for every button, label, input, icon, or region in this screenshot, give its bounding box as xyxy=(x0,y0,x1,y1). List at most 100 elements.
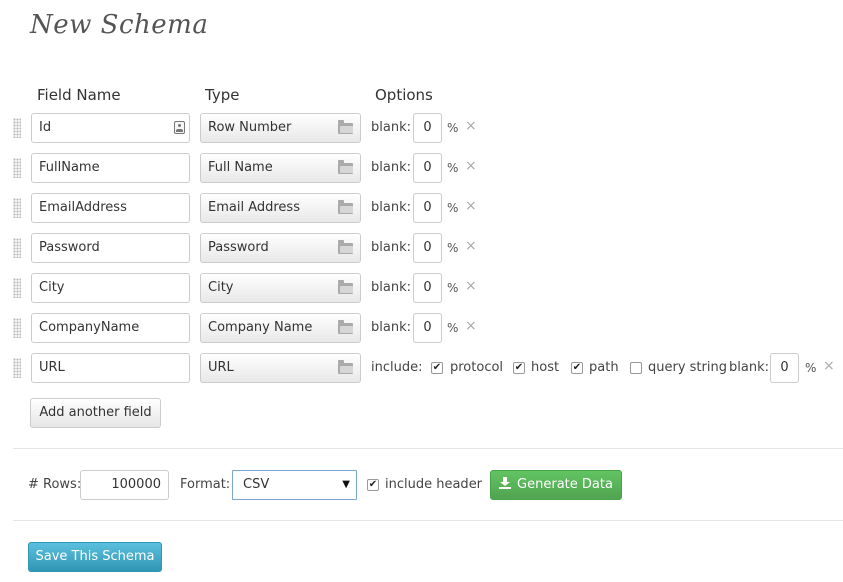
field-name-input[interactable]: CompanyName xyxy=(31,313,190,343)
folder-icon xyxy=(338,240,353,254)
field-name-value: City xyxy=(39,280,65,295)
column-header-options: Options xyxy=(375,86,433,104)
type-value: Row Number xyxy=(208,120,292,135)
host-label: host xyxy=(531,360,560,375)
drag-handle-icon[interactable] xyxy=(13,118,21,138)
folder-icon xyxy=(338,200,353,214)
format-select[interactable]: CSV ▼ xyxy=(232,470,357,500)
generate-data-label: Generate Data xyxy=(517,477,613,492)
path-label: path xyxy=(589,360,619,375)
save-schema-button[interactable]: Save This Schema xyxy=(28,542,162,572)
blank-label: blank: xyxy=(371,280,411,295)
remove-field-icon[interactable]: × xyxy=(465,313,477,339)
remove-field-icon[interactable]: × xyxy=(465,273,477,299)
blank-percent-input[interactable]: 0 xyxy=(413,113,442,143)
field-name-value: EmailAddress xyxy=(39,200,127,215)
query-string-label: query string xyxy=(648,360,727,375)
type-value: URL xyxy=(208,360,234,375)
drag-handle-icon[interactable] xyxy=(13,358,21,378)
blank-percent-input[interactable]: 0 xyxy=(413,233,442,263)
field-name-value: FullName xyxy=(39,160,100,175)
folder-icon xyxy=(338,360,353,374)
field-name-input[interactable]: City xyxy=(31,273,190,303)
type-select-button[interactable]: Full Name xyxy=(200,153,361,183)
include-label: include: xyxy=(371,360,423,375)
protocol-label: protocol xyxy=(450,360,504,375)
percent-label: % xyxy=(447,321,459,335)
blank-label: blank: xyxy=(371,200,411,215)
folder-icon xyxy=(338,160,353,174)
type-select-button[interactable]: Row Number xyxy=(200,113,361,143)
blank-percent-input[interactable]: 0 xyxy=(413,193,442,223)
format-label: Format: xyxy=(180,477,231,492)
drag-handle-icon[interactable] xyxy=(13,318,21,338)
query-string-checkbox[interactable] xyxy=(630,362,642,374)
blank-label: blank: xyxy=(371,160,411,175)
folder-icon xyxy=(338,320,353,334)
blank-label: blank: xyxy=(371,120,411,135)
type-value: Company Name xyxy=(208,320,313,335)
include-header-checkbox[interactable]: ✔ xyxy=(367,479,379,491)
field-row: Id Row Number blank: 0 % × xyxy=(0,113,843,143)
protocol-checkbox[interactable]: ✔ xyxy=(431,362,443,374)
type-value: Full Name xyxy=(208,160,273,175)
field-name-input[interactable]: FullName xyxy=(31,153,190,183)
rows-label: # Rows: xyxy=(28,477,82,492)
add-another-field-button[interactable]: Add another field xyxy=(30,398,161,428)
type-value: Password xyxy=(208,240,269,255)
type-select-button[interactable]: Password xyxy=(200,233,361,263)
field-name-input[interactable]: Id xyxy=(31,113,190,143)
drag-handle-icon[interactable] xyxy=(13,238,21,258)
field-row: CompanyName Company Name blank: 0 % × xyxy=(0,313,843,343)
remove-field-icon[interactable]: × xyxy=(465,193,477,219)
type-value: City xyxy=(208,280,234,295)
field-name-value: Password xyxy=(39,240,100,255)
remove-field-icon[interactable]: × xyxy=(823,353,835,379)
drag-handle-icon[interactable] xyxy=(13,198,21,218)
host-checkbox[interactable]: ✔ xyxy=(513,362,525,374)
type-select-button[interactable]: Email Address xyxy=(200,193,361,223)
type-value: Email Address xyxy=(208,200,300,215)
blank-label: blank: xyxy=(371,240,411,255)
field-row: EmailAddress Email Address blank: 0 % × xyxy=(0,193,843,223)
page-title: New Schema xyxy=(30,10,209,40)
column-header-field-name: Field Name xyxy=(37,86,121,104)
include-header-label: include header xyxy=(385,477,483,492)
percent-label: % xyxy=(447,161,459,175)
folder-icon xyxy=(338,120,353,134)
percent-label: % xyxy=(447,281,459,295)
drag-handle-icon[interactable] xyxy=(13,278,21,298)
type-select-button[interactable]: URL xyxy=(200,353,361,383)
rows-count-input[interactable]: 100000 xyxy=(80,470,169,500)
blank-percent-input[interactable]: 0 xyxy=(413,153,442,183)
column-header-type: Type xyxy=(205,86,240,104)
field-name-value: Id xyxy=(39,120,52,135)
field-name-input[interactable]: URL xyxy=(31,353,190,383)
blank-percent-input[interactable]: 0 xyxy=(413,313,442,343)
path-checkbox[interactable]: ✔ xyxy=(571,362,583,374)
field-name-input[interactable]: Password xyxy=(31,233,190,263)
field-row: Password Password blank: 0 % × xyxy=(0,233,843,263)
remove-field-icon[interactable]: × xyxy=(465,153,477,179)
format-value: CSV xyxy=(243,477,270,492)
divider xyxy=(13,448,843,449)
type-select-button[interactable]: City xyxy=(200,273,361,303)
divider xyxy=(13,520,843,521)
field-name-value: URL xyxy=(39,360,65,375)
remove-field-icon[interactable]: × xyxy=(465,233,477,259)
download-icon xyxy=(499,477,512,489)
type-select-button[interactable]: Company Name xyxy=(200,313,361,343)
blank-label: blank: xyxy=(729,360,769,375)
blank-percent-input[interactable]: 0 xyxy=(770,353,799,383)
blank-percent-input[interactable]: 0 xyxy=(413,273,442,303)
percent-label: % xyxy=(805,361,817,375)
drag-handle-icon[interactable] xyxy=(13,158,21,178)
field-name-input[interactable]: EmailAddress xyxy=(31,193,190,223)
percent-label: % xyxy=(447,241,459,255)
generate-data-button[interactable]: Generate Data xyxy=(490,470,622,500)
contact-card-icon xyxy=(174,121,185,134)
remove-field-icon[interactable]: × xyxy=(465,113,477,139)
field-row: URL URL include: ✔ protocol ✔ host ✔ pat… xyxy=(0,353,843,383)
blank-label: blank: xyxy=(371,320,411,335)
field-name-value: CompanyName xyxy=(39,320,140,335)
